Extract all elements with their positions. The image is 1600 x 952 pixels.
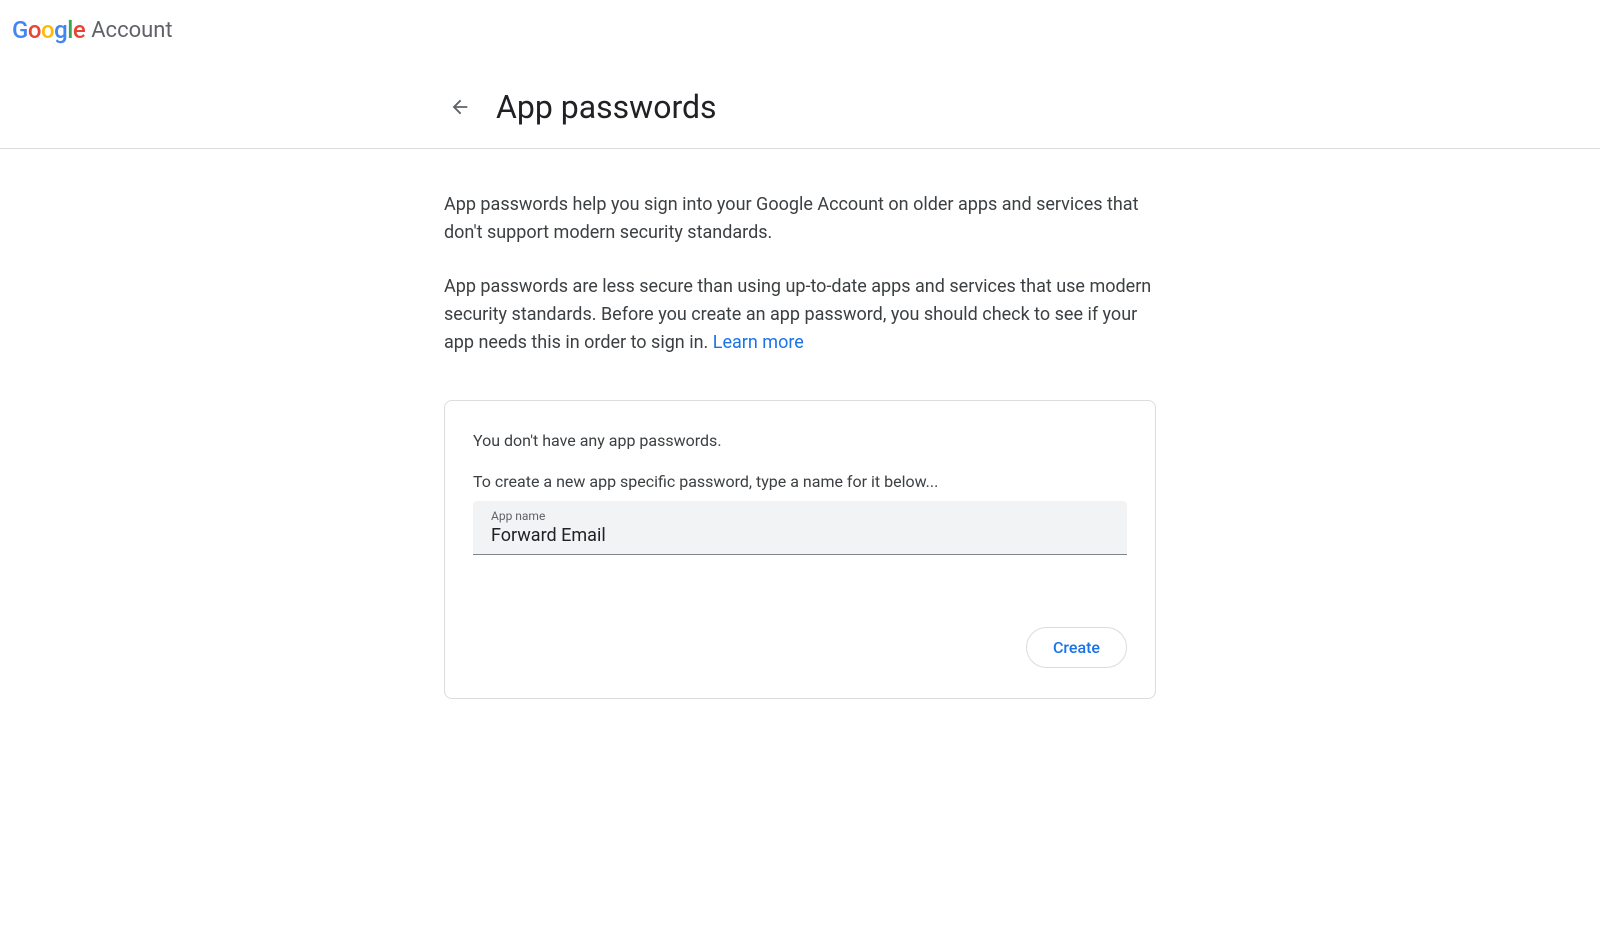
intro-paragraph-2: App passwords are less secure than using… xyxy=(444,273,1156,357)
account-label: Account xyxy=(91,18,172,43)
page-title: App passwords xyxy=(496,88,717,126)
app-password-card: You don't have any app passwords. To cre… xyxy=(444,400,1156,699)
create-instruction-text: To create a new app specific password, t… xyxy=(473,472,1127,491)
google-logo: Google xyxy=(12,16,85,44)
google-account-logo[interactable]: Google Account xyxy=(12,16,1588,44)
back-button[interactable] xyxy=(444,91,476,123)
create-button[interactable]: Create xyxy=(1026,627,1127,668)
app-name-field[interactable]: App name xyxy=(473,501,1127,555)
empty-status-text: You don't have any app passwords. xyxy=(473,431,1127,450)
app-name-label: App name xyxy=(491,509,1109,523)
intro-paragraph-1: App passwords help you sign into your Go… xyxy=(444,191,1156,247)
learn-more-link[interactable]: Learn more xyxy=(713,332,804,353)
app-name-input[interactable] xyxy=(491,525,1109,546)
arrow-left-icon xyxy=(449,96,471,118)
